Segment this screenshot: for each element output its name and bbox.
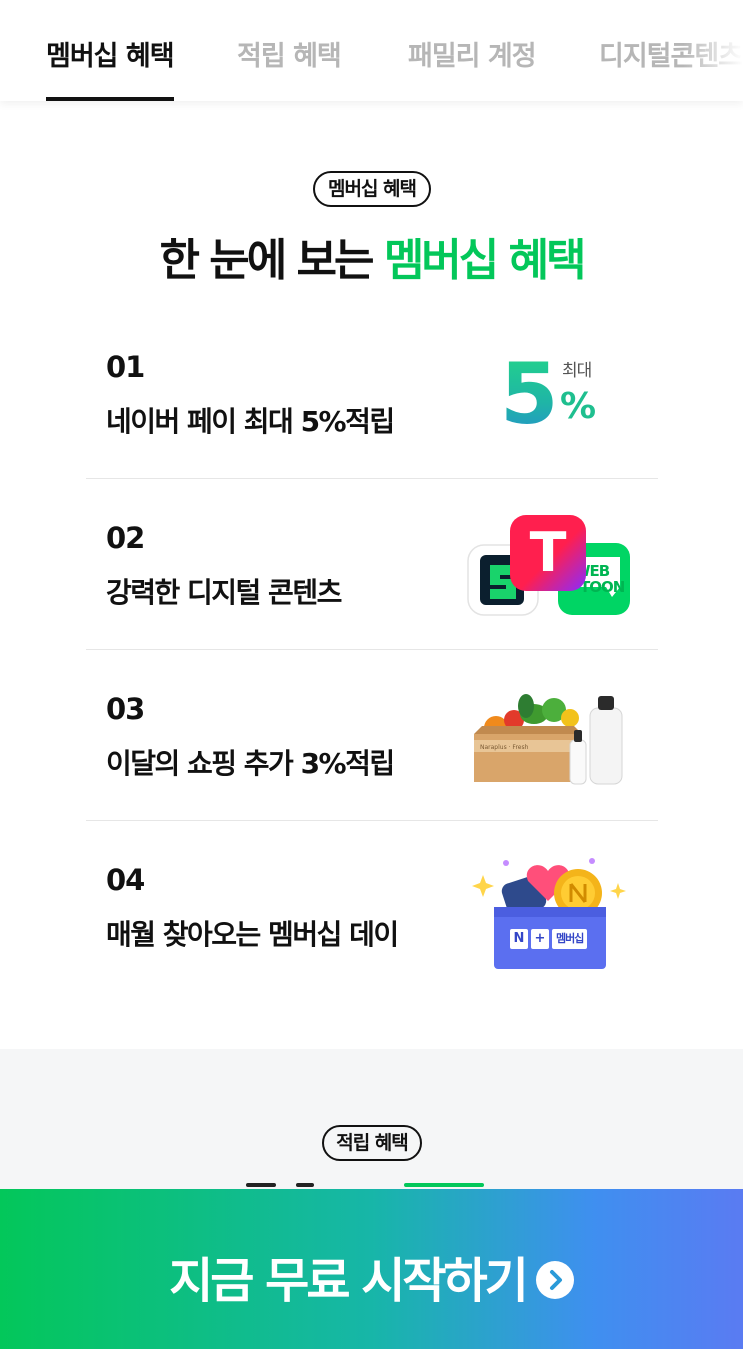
tab-membership-benefits[interactable]: 멤버십 혜택: [46, 34, 175, 73]
benefit-item-01: 01 네이버 페이 최대 5%적립 5 최대 %: [86, 308, 658, 479]
five-digit: 5: [500, 345, 559, 443]
benefit-text: 이달의 쇼핑 추가 3%적립: [106, 747, 395, 780]
five-percent-icon: 5 최대 %: [500, 352, 610, 442]
headline-green: 멤버십 혜택: [383, 235, 587, 286]
active-tab-indicator: [46, 97, 174, 101]
headline-dark: 한 눈에 보는: [159, 235, 384, 286]
section-pill-membership: 멤버십 혜택: [313, 171, 431, 207]
tab-points-benefits[interactable]: 적립 혜택: [237, 34, 342, 73]
grocery-box-icon: Naraplus · Fresh: [470, 688, 630, 790]
benefit-number: 01: [106, 350, 145, 384]
gift-box-icon: N + 멤버십: [472, 853, 628, 971]
chevron-right-circle-icon: [535, 1261, 574, 1299]
tab-family-account[interactable]: 패밀리 계정: [408, 34, 537, 73]
tab-scroll-fade: [683, 0, 743, 100]
svg-text:Naraplus · Fresh: Naraplus · Fresh: [480, 744, 529, 751]
start-free-cta[interactable]: 지금 무료 시작하기: [0, 1189, 743, 1349]
section-pill-points: 적립 혜택: [322, 1125, 422, 1161]
t-letter: T: [529, 521, 567, 584]
badge-plus: +: [531, 929, 549, 949]
cta-label: 지금 무료 시작하기: [169, 1253, 529, 1309]
benefit-item-03: 03 이달의 쇼핑 추가 3%적립 Naraplus · Fresh: [86, 650, 658, 821]
benefit-text: 강력한 디지털 콘텐츠: [106, 576, 342, 609]
benefit-number: 02: [106, 521, 145, 555]
benefit-text: 네이버 페이 최대 5%적립: [106, 405, 395, 438]
benefit-item-02: 02 강력한 디지털 콘텐츠 WEB TOON T: [86, 479, 658, 650]
benefit-text: 매월 찾아오는 멤버십 데이: [106, 918, 399, 951]
badge-text: 멤버십: [552, 929, 588, 949]
percent-sign: %: [560, 386, 597, 427]
benefit-number: 04: [106, 863, 145, 897]
badge-n: N: [510, 929, 528, 949]
benefit-item-04: 04 매월 찾아오는 멤버십 데이 N + 멤버십: [86, 821, 658, 992]
webtoon-bottom: TOON: [580, 578, 625, 596]
tab-bar: 멤버십 혜택 적립 혜택 패밀리 계정 디지털콘텐츠: [0, 0, 743, 101]
benefit-number: 03: [106, 692, 145, 726]
digital-content-apps-icon: WEB TOON T: [466, 513, 632, 617]
t-app-icon: T: [510, 515, 586, 591]
membership-badge: N + 멤버십: [510, 929, 588, 949]
cta-label-wrap: 지금 무료 시작하기: [0, 1241, 743, 1311]
section-headline: 한 눈에 보는 멤버십 혜택: [0, 224, 743, 288]
max-label: 최대: [562, 361, 592, 381]
